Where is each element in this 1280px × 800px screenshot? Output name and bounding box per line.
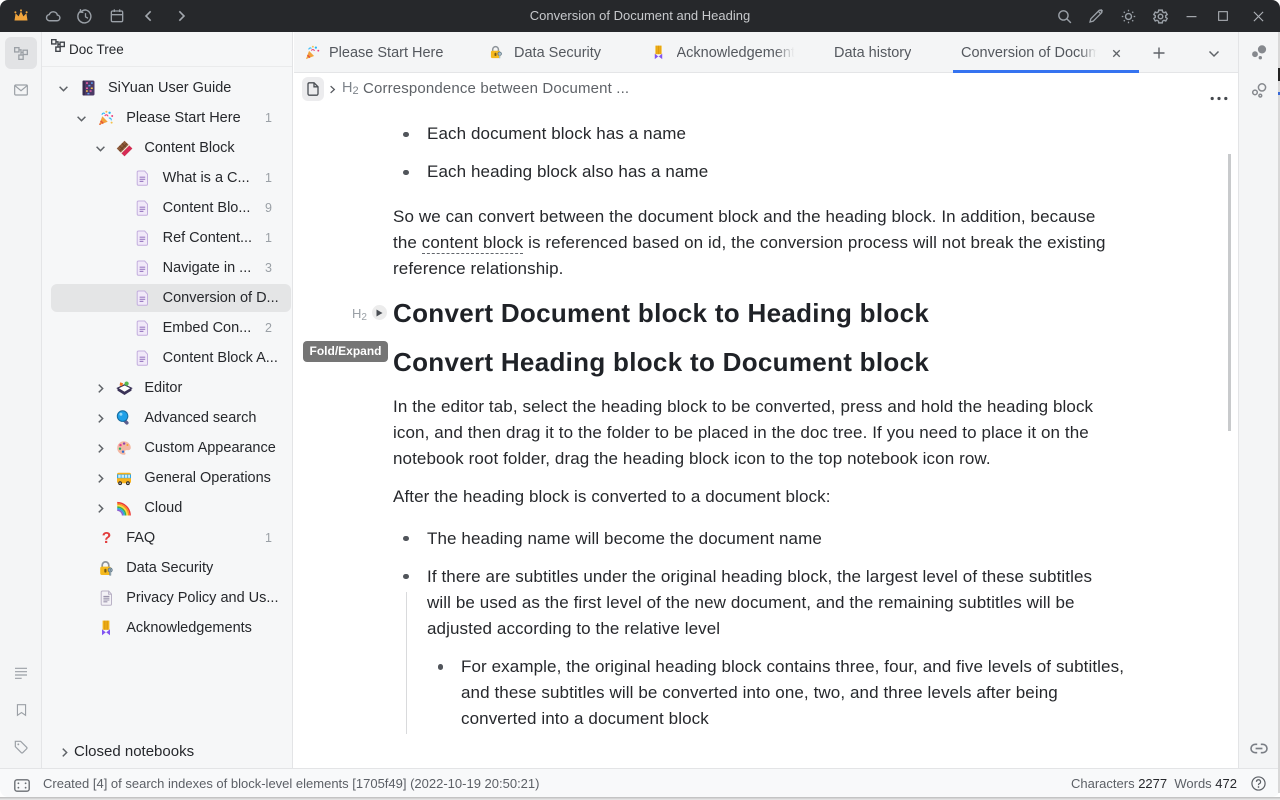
svg-text:?: ? <box>101 530 110 546</box>
